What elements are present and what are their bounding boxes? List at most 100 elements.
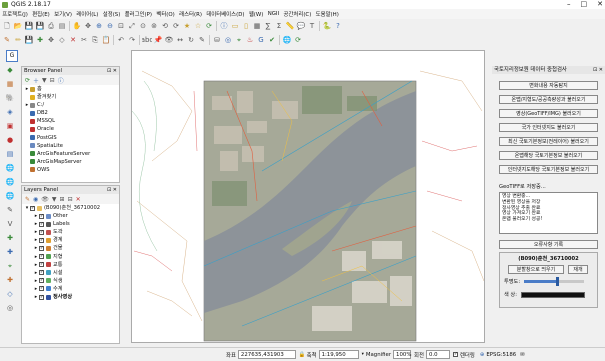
expand-all-icon[interactable]: ⊞	[60, 196, 65, 203]
ngii-action-button-2[interactable]: 영상(GeoTIFF/IMG) 불러오기	[499, 109, 598, 118]
refresh-icon[interactable]: ⟳	[25, 77, 30, 84]
add-layer-icon[interactable]: ＋	[33, 76, 39, 85]
toggle-edit-icon[interactable]: ✏	[13, 35, 23, 45]
ngii-action-button-6[interactable]: 인터넷지도해당 국토기본정보 불러오기	[499, 165, 598, 174]
map-canvas[interactable]	[131, 50, 485, 343]
select-icon[interactable]: ▭	[230, 21, 240, 31]
layer-visibility-checkbox[interactable]: ✓	[39, 237, 44, 243]
menu-item-0[interactable]: 프로젝트(J)	[0, 10, 30, 18]
pan-icon[interactable]: ✋	[72, 21, 82, 31]
copy-icon[interactable]: ⎘	[90, 35, 100, 45]
add-mssql-layer-icon[interactable]: ▣	[4, 120, 16, 132]
maximize-icon[interactable]: □	[581, 0, 588, 9]
menu-item-3[interactable]: 레이어(L)	[74, 10, 100, 18]
layer-row[interactable]: ▸ ✓ Other	[33, 212, 119, 220]
text-annotation-icon[interactable]: T	[307, 21, 317, 31]
browser-item[interactable]: MSSQL	[24, 117, 119, 125]
messages-icon[interactable]: ✉	[520, 352, 525, 358]
layer-row[interactable]: ▸ ✓ 정사영상	[33, 293, 119, 301]
remove-layer-icon[interactable]: ✕	[76, 196, 81, 203]
layer-row[interactable]: ▸ ✓ 도곽	[33, 228, 119, 236]
browser-item[interactable]: DB2	[24, 109, 119, 117]
menu-item-1[interactable]: 편집(E)	[30, 10, 52, 18]
collapse-all-layers-icon[interactable]: ⊟	[68, 196, 73, 203]
pan-to-selection-icon[interactable]: ✥	[83, 21, 93, 31]
menu-item-8[interactable]: 데이터베이스(D)	[204, 10, 247, 18]
layer-visibility-checkbox[interactable]: ✓	[39, 213, 44, 219]
zoom-actual-icon[interactable]: ⊡	[116, 21, 126, 31]
statistics-icon[interactable]: Σ	[274, 21, 284, 31]
layer-row[interactable]: ▸ ✓ 시설	[33, 269, 119, 277]
layout-manager-icon[interactable]: ▤	[57, 21, 67, 31]
add-feature-icon[interactable]: ✚	[35, 35, 45, 45]
menu-item-12[interactable]: 도움말(H)	[313, 10, 341, 18]
browser-item[interactable]: ArcGisFeatureServer	[24, 150, 119, 158]
add-group-icon[interactable]: ◉	[33, 196, 38, 203]
label-icon[interactable]: abc	[142, 35, 152, 45]
add-arcgis-layer-icon[interactable]: ◇	[4, 288, 16, 300]
visibility-icon[interactable]: 👁	[41, 196, 49, 203]
browser-item[interactable]: SpatiaLite	[24, 142, 119, 150]
gps-icon[interactable]: ◎	[223, 35, 233, 45]
add-delimited-text-icon[interactable]: ✎	[4, 204, 16, 216]
browser-item[interactable]: PostGIS	[24, 134, 119, 142]
layer-visibility-checkbox[interactable]: ✓	[39, 221, 44, 227]
help-icon[interactable]: ?	[333, 21, 343, 31]
ngii-check-icon[interactable]: ✔	[267, 35, 277, 45]
node-tool-icon[interactable]: ◇	[57, 35, 67, 45]
ngii-action-button-1[interactable]: 온맵/지형도/공공측량성과 불러오기	[499, 95, 598, 104]
split-window-button[interactable]: 분할창으로 띄우기	[508, 265, 564, 274]
menu-item-4[interactable]: 설정(S)	[101, 10, 123, 18]
ngii-action-button-5[interactable]: 온맵해당 국토기본정보 불러오기	[499, 151, 598, 160]
ngii-action-button-4[interactable]: 최신 국토기본정보(전레이어) 불러오기	[499, 137, 598, 146]
label-move-icon[interactable]: ↔	[175, 35, 185, 45]
new-gpx-icon[interactable]: ⌖	[4, 260, 16, 272]
field-calculator-icon[interactable]: ∑	[263, 21, 273, 31]
layer-visibility-checkbox[interactable]: ✓	[39, 262, 44, 268]
menu-item-2[interactable]: 보기(V)	[52, 10, 74, 18]
ngii-action-button-3[interactable]: 국가 인터넷지도 불러오기	[499, 123, 598, 132]
new-temp-layer-icon[interactable]: ✚	[4, 274, 16, 286]
scale-dropdown-icon[interactable]: ▾	[362, 352, 364, 357]
add-wfs-layer-icon[interactable]: 🌐	[4, 190, 16, 202]
coordinate-field[interactable]: 227635,431903	[237, 350, 296, 359]
zoom-selection-icon[interactable]: ⊙	[138, 21, 148, 31]
label-change-icon[interactable]: ✎	[197, 35, 207, 45]
zoom-in-icon[interactable]: ⊕	[94, 21, 104, 31]
label-rotate-icon[interactable]: ↻	[186, 35, 196, 45]
layer-row[interactable]: ▸ ✓ 식생	[33, 277, 119, 285]
new-shapefile-icon[interactable]: ✚	[4, 232, 16, 244]
heatmap-icon[interactable]: ♨	[245, 35, 255, 45]
print-layout-icon[interactable]: ⎙	[46, 21, 56, 31]
ngii-tool-icon[interactable]: G	[256, 35, 266, 45]
ngii-action-button-0[interactable]: 변화내용 자동탐지	[499, 81, 598, 90]
layer-visibility-checkbox[interactable]: ✓	[39, 278, 44, 284]
zoom-out-icon[interactable]: ⊖	[105, 21, 115, 31]
epsg-label[interactable]: EPSG:5186	[486, 352, 516, 358]
db-manager-icon[interactable]: ⛁	[212, 35, 222, 45]
color-swatch[interactable]	[520, 291, 585, 298]
opacity-slider-handle[interactable]	[555, 277, 559, 286]
python-console-icon[interactable]: 🐍	[322, 21, 332, 31]
measure-icon[interactable]: 📏	[285, 21, 295, 31]
new-project-icon[interactable]: 🗋	[2, 21, 12, 31]
layer-visibility-checkbox[interactable]: ✓	[39, 270, 44, 276]
layer-visibility-checkbox[interactable]: ✓	[39, 229, 44, 235]
add-wms-layer-icon[interactable]: 🌐	[4, 162, 16, 174]
georeferencer-icon[interactable]: ⌖	[234, 35, 244, 45]
rotation-field[interactable]: 0.0	[425, 350, 450, 359]
identify-icon[interactable]: ⓘ	[219, 21, 229, 31]
add-wcs-layer-icon[interactable]: 🌐	[4, 176, 16, 188]
map-tips-icon[interactable]: 💬	[296, 21, 306, 31]
add-postgis-layer-icon[interactable]: 🐘	[4, 92, 16, 104]
render-checkbox[interactable]: ✓	[452, 352, 458, 357]
browser-item[interactable]: 즐겨찾기	[24, 93, 119, 101]
save-as-icon[interactable]: 💾	[35, 21, 45, 31]
cut-icon[interactable]: ✂	[79, 35, 89, 45]
browser-item[interactable]: ▸ C:/	[24, 101, 119, 109]
paste-icon[interactable]: 📋	[101, 35, 111, 45]
layer-visibility-checkbox[interactable]: ✓	[39, 254, 44, 260]
digitize-icon[interactable]: ✎	[2, 35, 12, 45]
deselect-icon[interactable]: ▯	[241, 21, 251, 31]
zoom-layer-icon[interactable]: ⊚	[149, 21, 159, 31]
